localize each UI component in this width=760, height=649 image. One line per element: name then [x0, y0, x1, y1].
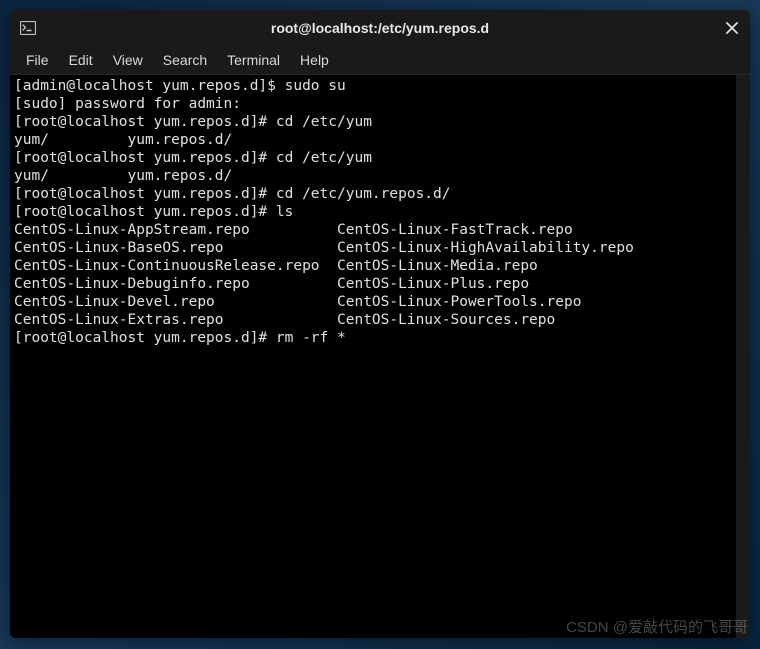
menu-search[interactable]: Search	[153, 48, 217, 72]
menu-terminal[interactable]: Terminal	[217, 48, 290, 72]
terminal-window: root@localhost:/etc/yum.repos.d File Edi…	[10, 10, 750, 638]
menubar: File Edit View Search Terminal Help	[10, 46, 750, 75]
terminal-icon	[18, 18, 38, 38]
terminal-area[interactable]: [admin@localhost yum.repos.d]$ sudo su […	[10, 75, 750, 638]
scrollbar[interactable]	[736, 75, 750, 638]
menu-help[interactable]: Help	[290, 48, 339, 72]
titlebar[interactable]: root@localhost:/etc/yum.repos.d	[10, 10, 750, 46]
menu-edit[interactable]: Edit	[59, 48, 103, 72]
menu-file[interactable]: File	[16, 48, 59, 72]
terminal-output[interactable]: [admin@localhost yum.repos.d]$ sudo su […	[10, 75, 736, 638]
window-title: root@localhost:/etc/yum.repos.d	[271, 20, 489, 36]
close-button[interactable]	[722, 18, 742, 38]
menu-view[interactable]: View	[103, 48, 153, 72]
